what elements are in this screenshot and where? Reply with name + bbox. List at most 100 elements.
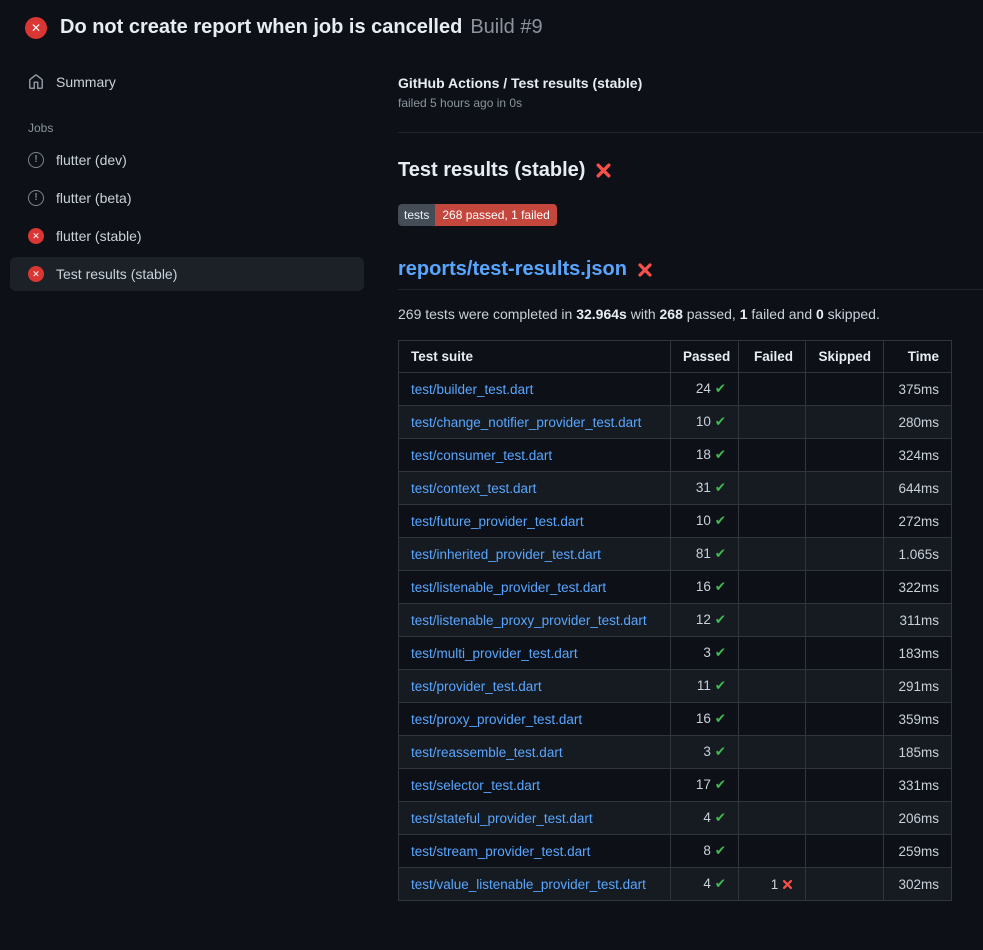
passed-cell: 18 ✔ [671, 439, 739, 472]
job-label: flutter (stable) [56, 228, 142, 244]
time-cell: 331ms [884, 769, 952, 802]
table-row: test/builder_test.dart24 ✔375ms [399, 373, 952, 406]
suite-link[interactable]: test/provider_test.dart [411, 679, 542, 694]
suite-link[interactable]: test/selector_test.dart [411, 778, 540, 793]
badge-label: tests [398, 204, 435, 226]
column-header: Passed [671, 341, 739, 373]
report-heading: reports/test-results.json [398, 258, 983, 290]
x-circle-icon: ✕ [25, 17, 47, 39]
failed-cell [739, 703, 806, 736]
time-cell: 359ms [884, 703, 952, 736]
exclamation-circle-icon: ! [28, 190, 44, 206]
suite-link[interactable]: test/stateful_provider_test.dart [411, 811, 593, 826]
sidebar-item-test-results-stable[interactable]: ✕Test results (stable) [10, 257, 364, 291]
passed-count: 3 [703, 645, 711, 660]
passed-count: 18 [696, 447, 711, 462]
table-row: test/stateful_provider_test.dart4 ✔206ms [399, 802, 952, 835]
passed-count: 3 [703, 744, 711, 759]
suite-cell: test/change_notifier_provider_test.dart [399, 406, 671, 439]
sidebar-item-flutter-beta[interactable]: !flutter (beta) [10, 181, 364, 215]
suite-link[interactable]: test/listenable_proxy_provider_test.dart [411, 613, 647, 628]
suite-cell: test/listenable_provider_test.dart [399, 571, 671, 604]
table-row: test/consumer_test.dart 18 ✔ 324ms [399, 439, 952, 472]
suite-link[interactable]: test/context_test.dart [411, 481, 536, 496]
suite-cell: test/selector_test.dart [399, 769, 671, 802]
table-row: test/multi_provider_test.dart3 ✔183ms [399, 637, 952, 670]
section-title: Test results (stable) [398, 159, 983, 182]
page-title: Do not create report when job is cancell… [60, 16, 543, 39]
build-header: ✕ Do not create report when job is cance… [0, 0, 983, 51]
passed-count: 17 [696, 777, 711, 792]
suite-link[interactable]: test/listenable_provider_test.dart [411, 580, 606, 595]
skipped-cell [806, 769, 884, 802]
passed-cell: 16 ✔ [671, 571, 739, 604]
jobs-heading: Jobs [10, 99, 364, 143]
build-number: Build #9 [470, 16, 542, 39]
suite-link[interactable]: test/inherited_provider_test.dart [411, 547, 601, 562]
column-header: Failed [739, 341, 806, 373]
check-icon: ✔ [715, 843, 726, 858]
passed-count: 10 [696, 414, 711, 429]
table-header-row: Test suitePassedFailedSkippedTime [399, 341, 952, 373]
passed-count: 10 [696, 513, 711, 528]
time-cell: 324ms [884, 439, 952, 472]
sidebar-item-flutter-dev[interactable]: !flutter (dev) [10, 143, 364, 177]
check-icon: ✔ [715, 414, 726, 429]
passed-cell: 11 ✔ [671, 670, 739, 703]
suite-link[interactable]: test/multi_provider_test.dart [411, 646, 578, 661]
table-row: test/stream_provider_test.dart 8 ✔ 259ms [399, 835, 952, 868]
passed-count: 4 [703, 810, 711, 825]
suite-link[interactable]: test/proxy_provider_test.dart [411, 712, 582, 727]
suite-link[interactable]: test/reassemble_test.dart [411, 745, 563, 760]
check-icon: ✔ [715, 612, 726, 627]
time-cell: 206ms [884, 802, 952, 835]
sidebar: Summary Jobs !flutter (dev) !flutter (bet… [0, 51, 374, 295]
suite-link[interactable]: test/stream_provider_test.dart [411, 844, 590, 859]
passed-cell: 31 ✔ [671, 472, 739, 505]
suite-link[interactable]: test/value_listenable_provider_test.dart [411, 877, 646, 892]
suite-link[interactable]: test/future_provider_test.dart [411, 514, 584, 529]
check-icon: ✔ [715, 447, 726, 462]
passed-count: 8 [703, 843, 711, 858]
x-icon [637, 262, 653, 278]
suite-link[interactable]: test/consumer_test.dart [411, 448, 552, 463]
passed-cell: 4 ✔ [671, 868, 739, 901]
time-cell: 311ms [884, 604, 952, 637]
test-table-body: test/builder_test.dart24 ✔375mstest/chan… [399, 373, 952, 901]
time-cell: 322ms [884, 571, 952, 604]
summary-duration: 32.964s [576, 306, 627, 322]
suite-cell: test/provider_test.dart [399, 670, 671, 703]
failed-cell [739, 670, 806, 703]
passed-cell: 81 ✔ [671, 538, 739, 571]
time-cell: 185ms [884, 736, 952, 769]
sidebar-item-flutter-stable[interactable]: ✕flutter (stable) [10, 219, 364, 253]
skipped-cell [806, 736, 884, 769]
failed-cell [739, 835, 806, 868]
report-file-link[interactable]: reports/test-results.json [398, 258, 627, 281]
skipped-cell [806, 373, 884, 406]
passed-cell: 10 ✔ [671, 406, 739, 439]
passed-count: 81 [696, 546, 711, 561]
passed-cell: 16 ✔ [671, 703, 739, 736]
passed-count: 16 [696, 579, 711, 594]
suite-cell: test/inherited_provider_test.dart [399, 538, 671, 571]
table-row: test/proxy_provider_test.dart 16 ✔ 359ms [399, 703, 952, 736]
passed-cell: 17 ✔ [671, 769, 739, 802]
table-row: test/reassemble_test.dart3 ✔185ms [399, 736, 952, 769]
suite-link[interactable]: test/change_notifier_provider_test.dart [411, 415, 641, 430]
failed-count: 1 [771, 877, 779, 892]
suite-cell: test/future_provider_test.dart [399, 505, 671, 538]
check-icon: ✔ [715, 876, 726, 891]
time-cell: 259ms [884, 835, 952, 868]
suite-link[interactable]: test/builder_test.dart [411, 382, 533, 397]
suite-cell: test/reassemble_test.dart [399, 736, 671, 769]
table-row: test/change_notifier_provider_test.dart 1… [399, 406, 952, 439]
exclamation-circle-icon: ! [28, 152, 44, 168]
suite-cell: test/listenable_proxy_provider_test.dart [399, 604, 671, 637]
sidebar-item-summary[interactable]: Summary [10, 65, 364, 99]
check-icon: ✔ [715, 645, 726, 660]
failed-cell [739, 637, 806, 670]
skipped-cell [806, 670, 884, 703]
failed-cell [739, 439, 806, 472]
failed-cell: 1 [739, 868, 806, 901]
